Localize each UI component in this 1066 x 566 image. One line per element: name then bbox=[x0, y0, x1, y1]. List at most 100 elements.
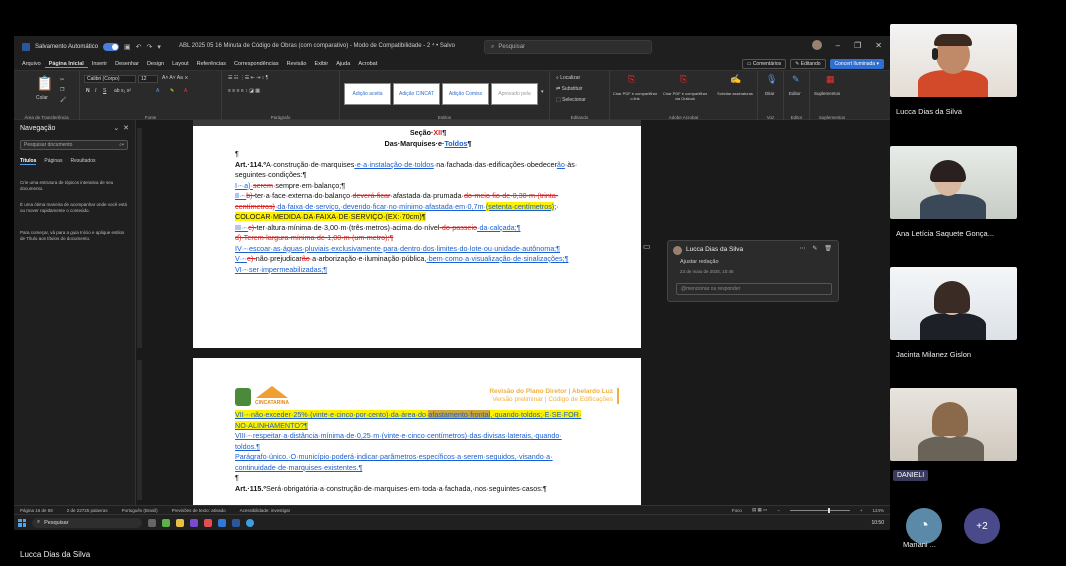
account-avatar[interactable] bbox=[811, 40, 822, 50]
tab-revisao[interactable]: Revisão bbox=[283, 61, 311, 67]
find-button[interactable]: ⌕ Localizar bbox=[556, 75, 580, 81]
clock[interactable]: 10:50 bbox=[871, 520, 884, 526]
accessibility-status[interactable]: Acessibilidade: investigar bbox=[240, 508, 291, 513]
zoom-out-icon[interactable]: − bbox=[777, 508, 780, 513]
format-painter-icon[interactable]: 🖌 bbox=[60, 97, 66, 103]
more-participants-button[interactable]: +2 bbox=[964, 508, 1000, 544]
task-view-icon[interactable] bbox=[148, 518, 156, 527]
paste-icon[interactable]: 📋 bbox=[36, 75, 53, 92]
tab-referencias[interactable]: Referências bbox=[193, 61, 230, 67]
page-count[interactable]: Página 16 de 58 bbox=[20, 508, 53, 513]
zoom-slider[interactable] bbox=[789, 507, 850, 513]
addins-icon[interactable]: ▦ bbox=[826, 74, 835, 85]
tab-layout[interactable]: Layout bbox=[168, 61, 193, 67]
tab-desenhar[interactable]: Desenhar bbox=[111, 61, 143, 67]
text-predictions[interactable]: Previsões de texto: ativado bbox=[172, 508, 226, 513]
comment-marker-icon[interactable]: ▭ bbox=[643, 242, 651, 251]
text-effects-icon[interactable]: A bbox=[156, 88, 159, 94]
font-name-select[interactable]: Calibri (Corpo) bbox=[84, 75, 136, 83]
pdf-outlook-icon[interactable]: ⎘ bbox=[680, 74, 687, 85]
more-options-icon[interactable]: ⋯ bbox=[799, 245, 805, 252]
font-color-icon[interactable]: A bbox=[184, 88, 187, 94]
pdf-link-icon[interactable]: ⎘ bbox=[628, 74, 635, 85]
strikethrough-icon[interactable]: ab x₂ x² bbox=[114, 88, 131, 94]
style-adicao-cincat[interactable]: Adição CINCAT bbox=[393, 83, 440, 105]
tab-arquivo[interactable]: Arquivo bbox=[18, 61, 45, 67]
font-size-select[interactable]: 12 bbox=[138, 75, 158, 83]
tab-exibir[interactable]: Exibir bbox=[310, 61, 332, 67]
copy-icon[interactable]: ❐ bbox=[60, 87, 64, 93]
teams-icon[interactable] bbox=[190, 518, 198, 527]
edit-icon[interactable]: ✎ bbox=[812, 245, 817, 252]
focus-mode[interactable]: Foco bbox=[732, 508, 742, 513]
tab-correspondencias[interactable]: Correspondências bbox=[230, 61, 283, 67]
app-icon-2[interactable] bbox=[204, 518, 212, 527]
outlook-icon[interactable] bbox=[218, 518, 226, 527]
nav-options-icon[interactable]: ⌄ ✕ bbox=[113, 124, 129, 132]
underline-icon[interactable]: S bbox=[103, 88, 106, 94]
close-icon[interactable]: ✕ bbox=[875, 41, 882, 50]
document-title[interactable]: ABL 2025 05 16 Minuta de Código de Obras… bbox=[179, 43, 455, 49]
taskbar-search[interactable]: ⌕ Pesquisar bbox=[32, 517, 142, 528]
file-explorer-icon[interactable] bbox=[176, 518, 184, 527]
document-page-2[interactable]: CINCATARINA Revisão do Plano Diretor | A… bbox=[193, 358, 641, 505]
tab-pagina-inicial[interactable]: Página Inicial bbox=[44, 61, 88, 68]
microphone-icon[interactable]: 🎙 bbox=[766, 74, 777, 85]
language[interactable]: Português (Brasil) bbox=[122, 508, 158, 513]
tab-design[interactable]: Design bbox=[143, 61, 168, 67]
undo-icon[interactable]: ↶ bbox=[136, 43, 142, 51]
vertical-ruler[interactable] bbox=[137, 128, 142, 348]
font-grow-icon[interactable]: A˄ A˅ Aa ⨯ bbox=[162, 75, 188, 81]
document-canvas[interactable]: Seção·XII¶ Das·Marquises·e·Toldos¶ ¶ Art… bbox=[136, 120, 890, 505]
tab-inserir[interactable]: Inserir bbox=[88, 61, 111, 67]
zoom-in-icon[interactable]: + bbox=[860, 508, 863, 513]
style-adicao-comiss[interactable]: Adição Comiss bbox=[442, 83, 489, 105]
minimize-icon[interactable]: – bbox=[836, 41, 840, 50]
cut-icon[interactable]: ✂ bbox=[60, 77, 64, 83]
participant-video-3[interactable] bbox=[890, 267, 1017, 340]
word-taskbar-icon[interactable] bbox=[232, 518, 240, 527]
nav-tab-titulos[interactable]: Títulos bbox=[20, 158, 37, 165]
view-icons[interactable]: ▤ ▦ ▭ bbox=[752, 507, 767, 513]
italic-icon[interactable]: I bbox=[95, 88, 96, 94]
zoom-level[interactable]: 124% bbox=[872, 508, 884, 513]
align-icons[interactable]: ≡ ≡ ≡ ≡ ↕ ◪ ▦ bbox=[228, 88, 260, 94]
bullets-icon[interactable]: ☰ ☷ ⋮☰ ⇤ ⇥ ↕ ¶ bbox=[228, 75, 268, 81]
document-page-1[interactable]: Seção·XII¶ Das·Marquises·e·Toldos¶ ¶ Art… bbox=[193, 126, 641, 348]
chrome-icon[interactable] bbox=[246, 518, 254, 527]
nav-search-input[interactable]: Pesquisar documento ⌕▾ bbox=[20, 140, 128, 150]
bold-icon[interactable]: N bbox=[86, 88, 90, 94]
comment-card[interactable]: Lucca Dias da Silva ⋯ ✎ 🗑 Ajustar redaçã… bbox=[667, 240, 839, 302]
style-adicao-aceita[interactable]: Adição aceita bbox=[344, 83, 391, 105]
comment-reply-input[interactable]: @mencionar ou responder bbox=[676, 283, 832, 295]
word-count[interactable]: 2 de 22725 palavras bbox=[67, 508, 108, 513]
redo-icon[interactable]: ↷ bbox=[147, 43, 153, 51]
participant-avatar-mariani[interactable]: ◔ bbox=[906, 508, 942, 544]
delete-icon[interactable]: 🗑 bbox=[824, 245, 832, 252]
style-aprovado-pela[interactable]: Aprovado pela bbox=[491, 83, 538, 105]
comments-button[interactable]: ▭ Comentários bbox=[741, 59, 787, 69]
nav-tab-resultados[interactable]: Resultados bbox=[70, 158, 95, 165]
styles-more-icon[interactable]: ▾ bbox=[541, 89, 544, 95]
participant-video-2[interactable] bbox=[890, 146, 1017, 219]
quick-access-dropdown-icon[interactable]: ▾ bbox=[157, 43, 161, 51]
editing-mode-button[interactable]: ✎ Editando bbox=[790, 59, 826, 69]
save-icon[interactable]: ▣ bbox=[124, 43, 131, 51]
vertical-ruler-2[interactable] bbox=[137, 360, 142, 500]
windows-start-icon[interactable] bbox=[18, 518, 26, 527]
signature-icon[interactable]: ✍ bbox=[730, 74, 741, 85]
app-icon-1[interactable] bbox=[162, 518, 170, 527]
replace-button[interactable]: ⇄ Substituir bbox=[556, 86, 582, 92]
autosave-toggle[interactable] bbox=[103, 43, 120, 51]
restore-icon[interactable]: ❐ bbox=[854, 41, 861, 50]
tab-ajuda[interactable]: Ajuda bbox=[332, 61, 354, 67]
select-button[interactable]: ⬚ Selecionar bbox=[556, 97, 586, 103]
participant-video-1[interactable] bbox=[890, 24, 1017, 97]
nav-tab-paginas[interactable]: Páginas bbox=[44, 158, 62, 165]
share-button[interactable]: Concert Iluminada ▾ bbox=[829, 59, 884, 69]
highlight-icon[interactable]: ✎ bbox=[170, 88, 174, 94]
editor-icon[interactable]: ✎ bbox=[792, 74, 800, 85]
tab-acrobat[interactable]: Acrobat bbox=[354, 61, 381, 67]
participant-video-4[interactable] bbox=[890, 388, 1017, 461]
search-box[interactable]: ⌕ Pesquisar bbox=[484, 40, 652, 54]
